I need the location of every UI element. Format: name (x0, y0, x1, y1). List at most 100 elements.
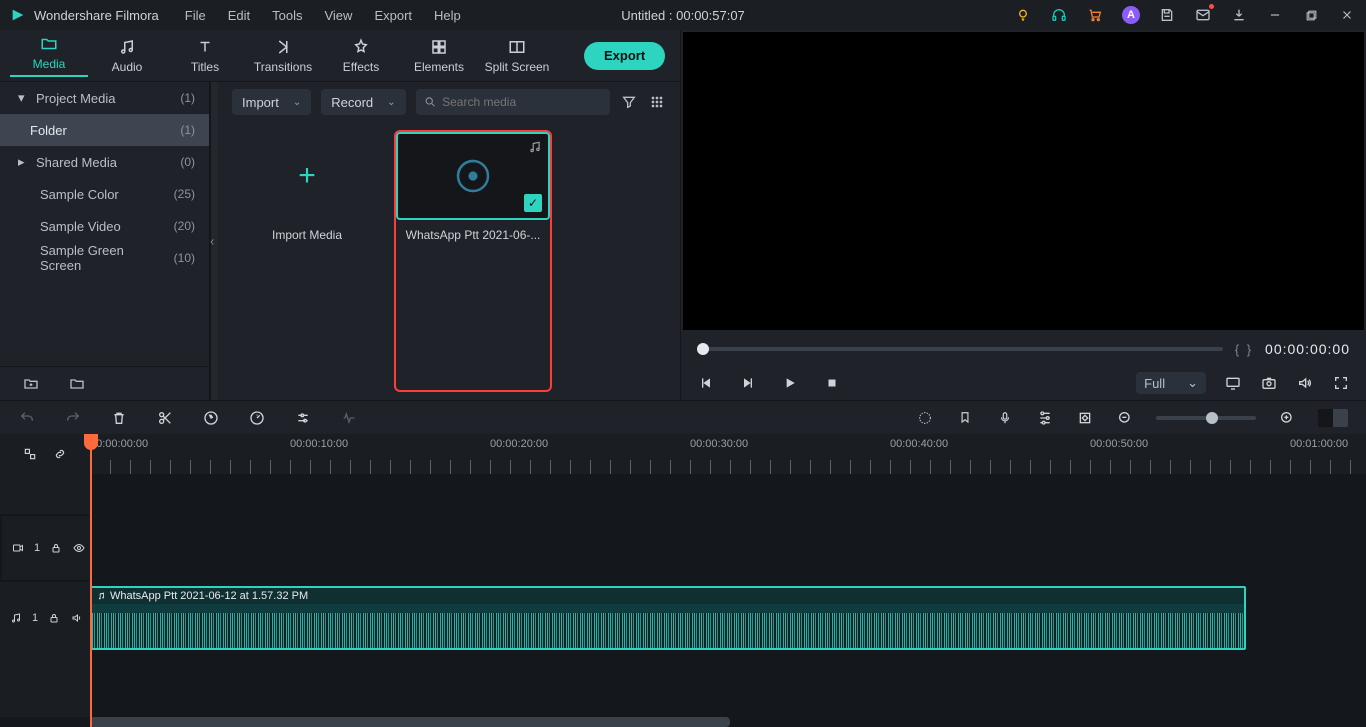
prev-frame-button[interactable] (697, 374, 715, 392)
download-icon[interactable] (1230, 6, 1248, 24)
media-pane: Import ⌄ Record ⌄ (218, 82, 680, 400)
render-preview-icon[interactable] (916, 409, 934, 427)
marker-brackets[interactable]: { } (1235, 342, 1253, 357)
sidebar-count: (1) (180, 91, 195, 105)
redo-button[interactable] (64, 409, 82, 427)
tab-split-screen[interactable]: Split Screen (478, 38, 556, 74)
sidebar-count: (1) (180, 123, 195, 137)
volume-icon[interactable] (1296, 374, 1314, 392)
eye-icon[interactable] (72, 539, 86, 557)
next-frame-button[interactable] (739, 374, 757, 392)
voiceover-icon[interactable] (996, 409, 1014, 427)
media-search[interactable] (416, 89, 610, 115)
mixer-icon[interactable] (1036, 409, 1054, 427)
scrollbar-thumb[interactable] (90, 717, 730, 727)
tab-titles[interactable]: Titles (166, 38, 244, 74)
playhead[interactable] (90, 434, 92, 727)
preview-viewport[interactable] (683, 32, 1364, 330)
preview-quality-dropdown[interactable]: Full ⌄ (1136, 372, 1206, 394)
window-minimize[interactable] (1266, 6, 1284, 24)
menu-view[interactable]: View (324, 8, 352, 23)
sidebar-item-project-media[interactable]: ▾ Project Media (1) (0, 82, 209, 114)
marker-icon[interactable] (956, 409, 974, 427)
grid-view-icon[interactable] (648, 93, 666, 111)
display-icon[interactable] (1224, 374, 1242, 392)
speaker-icon[interactable] (70, 609, 84, 627)
folder-icon[interactable] (68, 375, 86, 393)
keyframe-icon[interactable] (1076, 409, 1094, 427)
snapshot-icon[interactable] (1260, 374, 1278, 392)
timeline-ruler[interactable]: 00:00:00:00 00:00:10:00 00:00:20:00 00:0… (90, 434, 1366, 474)
tab-elements[interactable]: Elements (400, 38, 478, 74)
export-button[interactable]: Export (584, 42, 665, 70)
crop-speed-icon[interactable] (202, 409, 220, 427)
messages-icon[interactable] (1194, 6, 1212, 24)
tab-effects[interactable]: Effects (322, 38, 400, 74)
ruler-label: 00:00:20:00 (490, 438, 548, 450)
speed-icon[interactable] (248, 409, 266, 427)
search-input[interactable] (442, 95, 602, 109)
sidebar-item-sample-green-screen[interactable]: Sample Green Screen (10) (0, 242, 209, 274)
menu-file[interactable]: File (185, 8, 206, 23)
zoom-slider[interactable] (1156, 416, 1256, 420)
preview-timecode: 00:00:00:00 (1265, 341, 1350, 357)
timeline-scrollbar[interactable] (0, 717, 1366, 727)
tab-audio[interactable]: Audio (88, 38, 166, 74)
split-button[interactable] (156, 409, 174, 427)
window-maximize[interactable] (1302, 6, 1320, 24)
timeline-fit-toggle[interactable] (1318, 409, 1348, 427)
cart-icon[interactable] (1086, 6, 1104, 24)
zoom-thumb[interactable] (1206, 412, 1218, 424)
audio-clip-1[interactable]: WhatsApp Ptt 2021-06-12 at 1.57.32 PM (90, 586, 1246, 650)
track-options-icon[interactable] (21, 445, 39, 463)
lock-icon[interactable] (48, 609, 60, 627)
preview-panel: { } 00:00:00:00 Full ⌄ (680, 30, 1366, 400)
menu-help[interactable]: Help (434, 8, 461, 23)
menu-tools[interactable]: Tools (272, 8, 302, 23)
link-icon[interactable] (51, 445, 69, 463)
tab-media[interactable]: Media (10, 35, 88, 77)
new-folder-icon[interactable] (22, 375, 40, 393)
import-dropdown[interactable]: Import ⌄ (232, 89, 311, 115)
adjust-icon[interactable] (294, 409, 312, 427)
zoom-out-button[interactable] (1116, 409, 1134, 427)
headphones-icon[interactable] (1050, 6, 1068, 24)
stop-button[interactable] (823, 374, 841, 392)
save-icon[interactable] (1158, 6, 1176, 24)
audio-beat-icon[interactable] (340, 409, 358, 427)
delete-button[interactable] (110, 409, 128, 427)
sidebar-item-shared-media[interactable]: ▸ Shared Media (0) (0, 146, 209, 178)
scrubber-thumb[interactable] (697, 343, 709, 355)
caret-right-icon: ▸ (18, 154, 28, 170)
zoom-in-button[interactable] (1278, 409, 1296, 427)
lightbulb-icon[interactable] (1014, 6, 1032, 24)
preview-scrubber[interactable] (697, 347, 1223, 351)
timeline: 00:00:00:00 00:00:10:00 00:00:20:00 00:0… (0, 434, 1366, 727)
sidebar-item-sample-color[interactable]: Sample Color (25) (0, 178, 209, 210)
sidebar-item-sample-video[interactable]: Sample Video (20) (0, 210, 209, 242)
fullscreen-icon[interactable] (1332, 374, 1350, 392)
audio-track-1[interactable]: 1 WhatsApp Ptt 2021-06-12 at 1.57.32 PM (0, 582, 1366, 654)
sidebar-item-folder[interactable]: Folder (1) (0, 114, 209, 146)
filter-icon[interactable] (620, 93, 638, 111)
sidebar-label: Project Media (36, 91, 115, 106)
media-card-audio-1[interactable]: ✓ WhatsApp Ptt 2021-06-... (398, 134, 548, 388)
menu-edit[interactable]: Edit (228, 8, 250, 23)
undo-button[interactable] (18, 409, 36, 427)
play-button[interactable] (781, 374, 799, 392)
menu-export[interactable]: Export (374, 8, 412, 23)
sidebar-label: Sample Color (40, 187, 119, 202)
video-track-1[interactable]: 1 (2, 516, 1364, 580)
video-track-icon (12, 542, 24, 554)
record-dropdown[interactable]: Record ⌄ (321, 89, 405, 115)
track-index: 1 (34, 542, 40, 554)
music-note-icon (528, 140, 542, 154)
sidebar-collapse-handle[interactable] (210, 82, 218, 400)
import-media-card[interactable]: + Import Media (232, 134, 382, 388)
lock-icon[interactable] (50, 539, 62, 557)
tab-transitions[interactable]: Transitions (244, 38, 322, 74)
user-avatar[interactable]: A (1122, 6, 1140, 24)
ruler-label: 00:01:00:00 (1290, 438, 1348, 450)
window-close[interactable] (1338, 6, 1356, 24)
chevron-down-icon: ⌄ (1187, 375, 1198, 391)
